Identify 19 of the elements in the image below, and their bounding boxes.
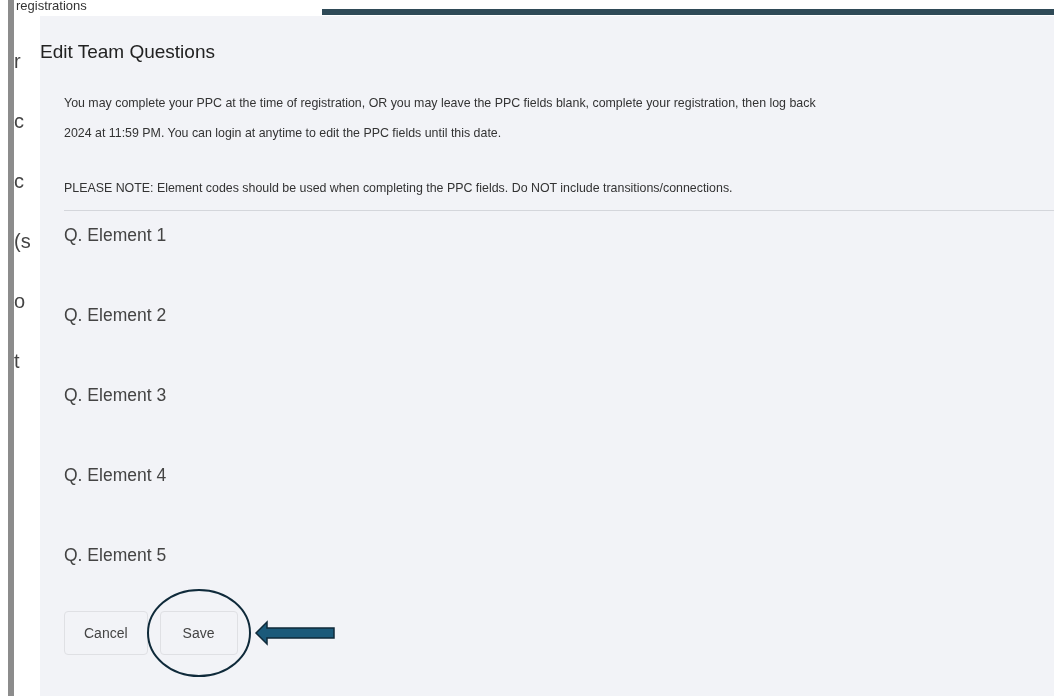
page-text: t (14, 350, 21, 372)
page-text: c (14, 170, 25, 192)
page-heading: registrations (16, 0, 87, 14)
question-label: Q. Element 1 (64, 225, 167, 245)
page-text: o (14, 290, 27, 312)
instruction-text: You may complete your PPC at the time of registration, OR you may leave the PPC fields blank, complete your registration, then log back (64, 95, 817, 112)
question-label: Q. Element 4 (64, 465, 167, 485)
arrow-icon (255, 622, 334, 644)
save-button[interactable]: Save (159, 611, 238, 655)
page-text: c (14, 110, 25, 132)
question-label: Q. Element 5 (64, 545, 167, 565)
modal-title: Edit Team Questions (40, 41, 215, 63)
question-label: Q. Element 3 (64, 385, 167, 405)
instruction-text: 2024 at 11:59 PM. You can login at anytime to edit the PPC fields until this date. (64, 125, 503, 142)
question-label: Q. Element 2 (64, 305, 167, 325)
page-text: r (14, 50, 22, 72)
page-text: (s (14, 230, 32, 252)
note-text: PLEASE NOTE: Element codes should be used when completing the PPC fields. Do NOT include transitions/connections. (64, 178, 1054, 211)
cancel-button[interactable]: Cancel (64, 611, 148, 655)
